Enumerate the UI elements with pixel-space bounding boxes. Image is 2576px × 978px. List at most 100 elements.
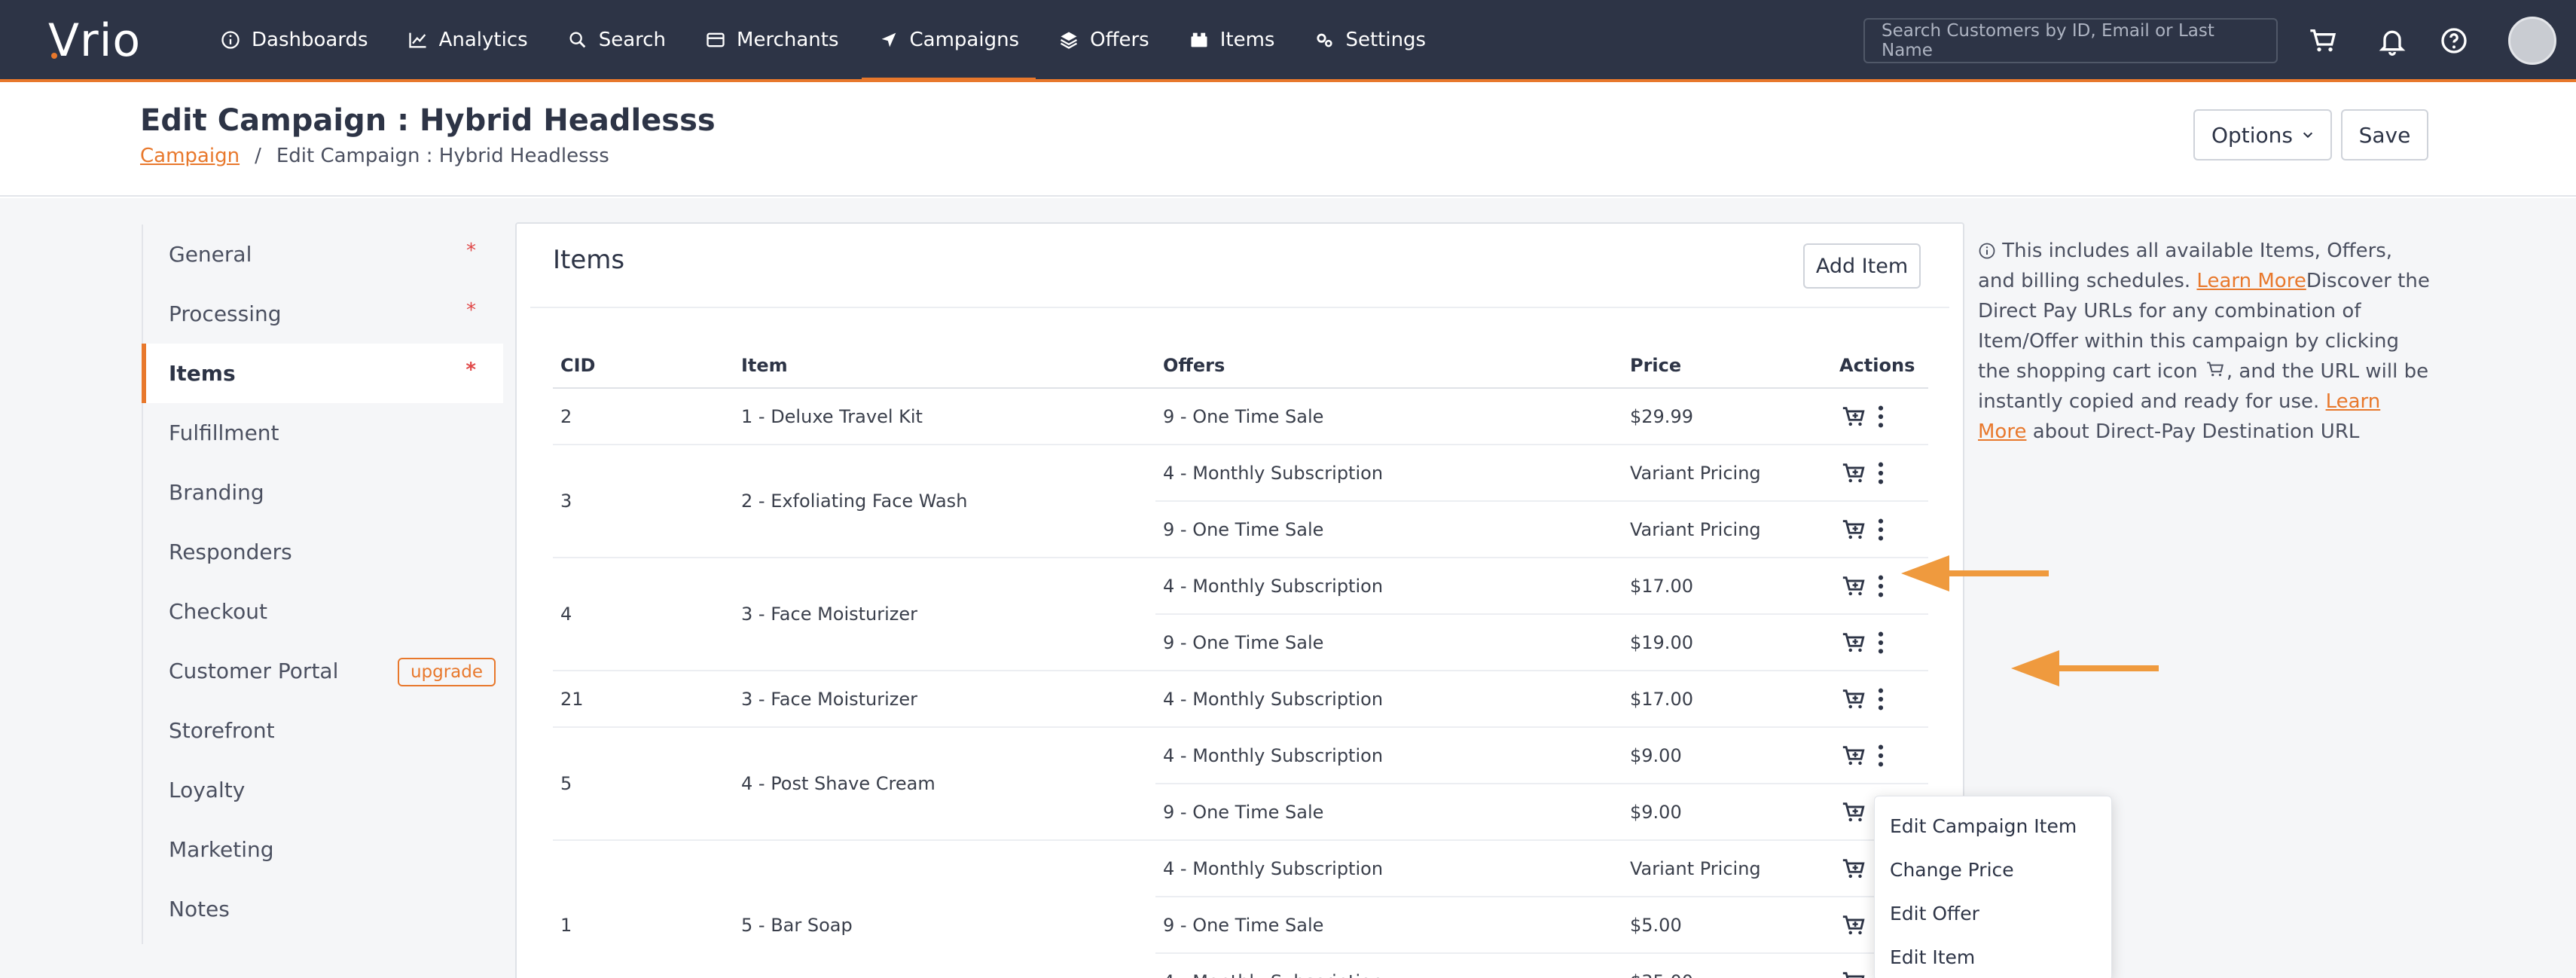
sidebar-item-customer-portal[interactable]: Customer Portal upgrade: [143, 641, 503, 701]
required-marker: *: [466, 240, 476, 262]
info-icon: [1979, 243, 1995, 259]
sidebar-item-label: Customer Portal: [169, 659, 339, 683]
bell-icon[interactable]: [2377, 26, 2407, 56]
menu-edit-item[interactable]: Edit Item: [1875, 935, 2111, 978]
sidebar-item-responders[interactable]: Responders: [143, 522, 503, 582]
nav-merchants[interactable]: Merchants: [688, 0, 855, 79]
cell-price: $17.00: [1622, 558, 1832, 615]
chevron-down-icon: [2303, 132, 2313, 139]
cart-plus-icon[interactable]: [1841, 517, 1866, 542]
column-header-item: Item: [734, 343, 1155, 389]
nav-dashboards-label: Dashboards: [252, 28, 368, 51]
table-header-row: CID Item Offers Price Actions: [553, 343, 1928, 389]
menu-edit-offer[interactable]: Edit Offer: [1875, 891, 2111, 935]
logo-dot: [51, 53, 57, 59]
menu-edit-campaign-item[interactable]: Edit Campaign Item: [1875, 804, 2111, 848]
table-row: 43 - Face Moisturizer 4 - Monthly Subscri…: [553, 558, 1928, 671]
sidebar-item-label: Fulfillment: [169, 420, 279, 445]
sidebar-item-label: Processing: [169, 301, 282, 326]
sidebar-item-general[interactable]: General *: [143, 225, 503, 284]
main-nav: Dashboards Analytics Search Merchants Ca…: [203, 0, 1448, 82]
cart-plus-icon[interactable]: [1841, 460, 1866, 486]
user-avatar[interactable]: [2508, 17, 2556, 65]
kebab-menu-icon[interactable]: [1877, 404, 1885, 429]
nav-offers-label: Offers: [1090, 28, 1149, 51]
options-button-label: Options: [2211, 122, 2294, 148]
nav-campaigns[interactable]: Campaigns: [861, 0, 1036, 82]
cart-plus-icon[interactable]: [1841, 743, 1866, 769]
card-divider: [530, 307, 1949, 308]
kebab-menu-icon[interactable]: [1877, 460, 1885, 486]
line-chart-icon: [408, 32, 426, 47]
cart-plus-icon[interactable]: [1841, 573, 1866, 599]
sidebar-item-fulfillment[interactable]: Fulfillment: [143, 403, 503, 463]
sidebar-item-notes[interactable]: Notes: [143, 879, 503, 939]
cart-plus-icon[interactable]: [1841, 969, 1866, 978]
vrio-logo[interactable]: Vrio: [48, 14, 141, 67]
cell-actions: [1832, 671, 1928, 728]
help-icon[interactable]: [2439, 26, 2469, 56]
kebab-menu-icon[interactable]: [1877, 517, 1885, 542]
row-actions: [1832, 404, 1928, 429]
sidebar-item-processing[interactable]: Processing *: [143, 284, 503, 344]
cell-price: Variant Pricing: [1622, 501, 1832, 558]
cart-icon[interactable]: [2308, 26, 2338, 56]
upgrade-badge[interactable]: upgrade: [398, 658, 496, 686]
menu-change-price[interactable]: Change Price: [1875, 848, 2111, 891]
info-panel: This includes all available Items, Offer…: [1978, 236, 2430, 447]
required-marker: *: [465, 359, 476, 381]
kebab-menu-icon[interactable]: [1877, 743, 1885, 769]
info-circle-icon: [221, 30, 240, 49]
items-table: CID Item Offers Price Actions 21 - Delux…: [553, 343, 1928, 978]
kebab-menu-icon[interactable]: [1877, 630, 1885, 656]
cell-offer: 4 - Monthly Subscription: [1155, 445, 1622, 502]
sidebar-item-checkout[interactable]: Checkout: [143, 582, 503, 641]
cart-plus-icon[interactable]: [1841, 912, 1866, 938]
cell-item: 1 - Deluxe Travel Kit: [734, 388, 1155, 445]
cart-plus-icon[interactable]: [1841, 404, 1866, 429]
sidebar-item-label: Notes: [169, 897, 230, 921]
nav-settings-label: Settings: [1345, 28, 1427, 51]
sidebar-item-label: Checkout: [169, 599, 267, 624]
options-button[interactable]: Options: [2193, 109, 2332, 160]
sidebar-item-marketing[interactable]: Marketing: [143, 820, 503, 879]
cell-cid: 1: [553, 840, 734, 978]
kebab-menu-icon[interactable]: [1877, 573, 1885, 599]
breadcrumb-current: Edit Campaign : Hybrid Headlesss: [276, 145, 609, 167]
info-text-4: about Direct-Pay Destination URL: [2032, 420, 2360, 443]
sidebar-item-storefront[interactable]: Storefront: [143, 701, 503, 760]
nav-analytics[interactable]: Analytics: [391, 0, 545, 79]
nav-offers[interactable]: Offers: [1042, 0, 1166, 79]
cell-offer: 4 - Monthly Subscription: [1155, 840, 1622, 897]
cart-plus-icon[interactable]: [1841, 856, 1866, 882]
cart-plus-icon[interactable]: [1841, 630, 1866, 656]
sidebar-item-loyalty[interactable]: Loyalty: [143, 760, 503, 820]
cell-actions: [1832, 727, 1928, 784]
column-header-offers: Offers: [1155, 343, 1622, 389]
cell-actions: [1832, 501, 1928, 558]
cart-plus-icon[interactable]: [1841, 686, 1866, 712]
top-navbar: Vrio Dashboards Analytics Search Merchan…: [0, 0, 2576, 82]
save-button[interactable]: Save: [2341, 109, 2428, 160]
learn-more-link[interactable]: Learn More: [2196, 270, 2306, 292]
add-item-button[interactable]: Add Item: [1803, 243, 1921, 289]
cell-item: 4 - Post Shave Cream: [734, 727, 1155, 841]
cell-offer: 4 - Monthly Subscription: [1155, 671, 1622, 728]
customer-search-input[interactable]: Search Customers by ID, Email or Last Na…: [1863, 18, 2278, 63]
sidebar-item-items[interactable]: Items *: [142, 344, 503, 403]
cell-price: $5.00: [1622, 897, 1832, 954]
campaign-sidebar: General * Processing * Items * Fulfillme…: [142, 225, 503, 944]
kebab-menu-icon[interactable]: [1877, 686, 1885, 712]
breadcrumb: Campaign / Edit Campaign : Hybrid Headle…: [140, 145, 609, 167]
nav-dashboards[interactable]: Dashboards: [203, 0, 385, 79]
breadcrumb-campaign-link[interactable]: Campaign: [140, 145, 240, 167]
nav-items[interactable]: Items: [1172, 0, 1292, 79]
sidebar-item-label: Storefront: [169, 718, 275, 743]
nav-search[interactable]: Search: [551, 0, 682, 79]
nav-campaigns-label: Campaigns: [909, 28, 1020, 51]
row-actions-menu: Edit Campaign Item Change Price Edit Off…: [1874, 796, 2112, 978]
cart-plus-icon[interactable]: [1841, 799, 1866, 825]
nav-settings[interactable]: Settings: [1297, 0, 1442, 79]
cell-cid: 21: [553, 671, 734, 728]
sidebar-item-branding[interactable]: Branding: [143, 463, 503, 522]
